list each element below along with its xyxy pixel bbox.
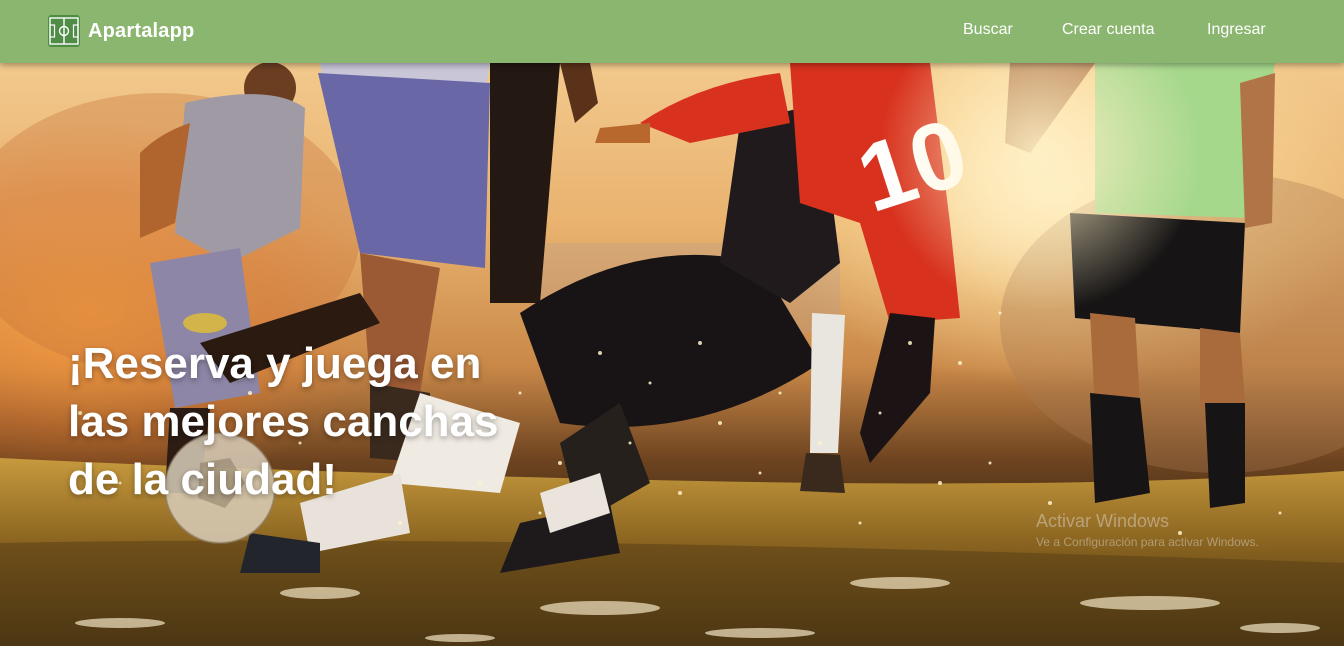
- windows-activation-watermark: Activar Windows Ve a Configuración para …: [1036, 510, 1259, 550]
- soccer-field-icon: [48, 15, 80, 47]
- nav-link-buscar[interactable]: Buscar: [963, 21, 1013, 39]
- brand-name: Apartalapp: [88, 19, 195, 42]
- watermark-subtitle: Ve a Configuración para activar Windows.: [1036, 535, 1259, 549]
- hero-title: ¡Reserva y juega en las mejores canchas …: [68, 339, 499, 504]
- watermark-title: Activar Windows: [1036, 511, 1170, 531]
- nav-link-crear-cuenta[interactable]: Crear cuenta: [1062, 21, 1155, 39]
- navbar: Apartalapp Buscar Crear cuenta Ingresar: [0, 0, 1344, 63]
- page: Apartalapp Buscar Crear cuenta Ingresar: [0, 0, 1344, 646]
- brand-home-link[interactable]: Apartalapp: [48, 15, 194, 47]
- nav-link-ingresar[interactable]: Ingresar: [1207, 21, 1266, 39]
- hero-banner: 10: [0, 63, 1344, 646]
